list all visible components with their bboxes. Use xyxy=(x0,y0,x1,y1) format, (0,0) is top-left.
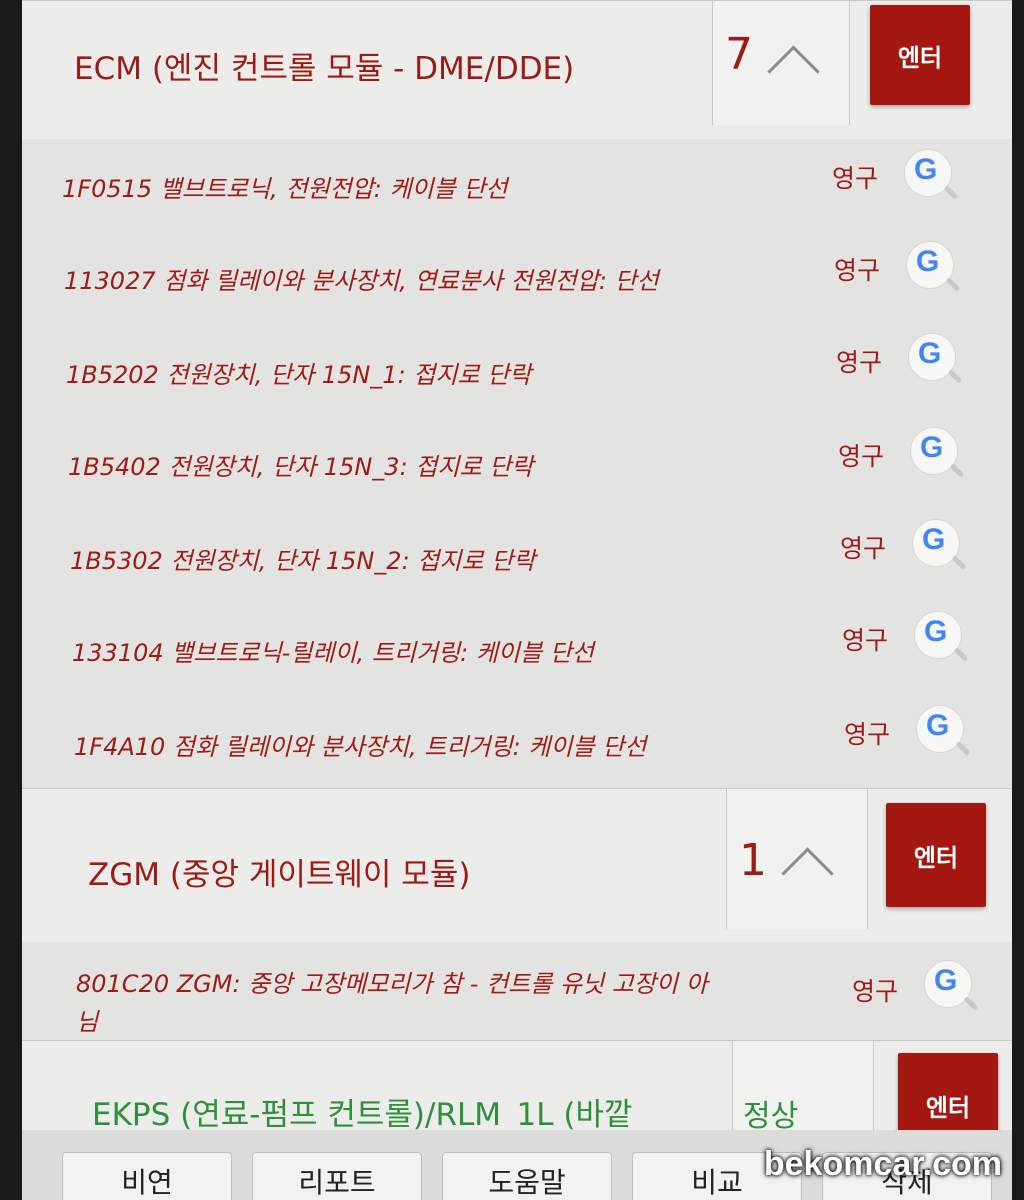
fault-list-ecm: 1F0515 밸브트로닉, 전원전압: 케이블 단선 영구 G 113027 점… xyxy=(22,139,1012,789)
fault-row[interactable]: 1F0515 밸브트로닉, 전원전압: 케이블 단선 영구 G xyxy=(22,139,1012,231)
fault-text: 1B5202 전원장치, 단자 15N_1: 접지로 단락 xyxy=(66,361,532,389)
fault-status: 영구 xyxy=(852,977,899,1006)
fault-status: 영구 xyxy=(838,442,885,471)
tab-button-help[interactable]: 도움말 xyxy=(442,1152,612,1200)
fault-status: 영구 xyxy=(836,348,883,377)
fault-count: 7 xyxy=(725,29,753,80)
tab-button-report[interactable]: 리포트 xyxy=(252,1152,422,1200)
fault-status: 영구 xyxy=(840,534,887,563)
fault-row[interactable]: 1B5302 전원장치, 단자 15N_2: 접지로 단락 영구 G xyxy=(22,507,1012,599)
module-title: ZGM (중앙 게이트웨이 모듈) xyxy=(88,857,471,893)
fault-row[interactable]: 801C20 ZGM: 중앙 고장메모리가 참 - 컨트롤 유닛 고장이 아 님… xyxy=(22,942,1012,1042)
fault-row[interactable]: 1B5402 전원장치, 단자 15N_3: 접지로 단락 영구 G xyxy=(22,415,1012,507)
fault-text: 1B5402 전원장치, 단자 15N_3: 접지로 단락 xyxy=(68,453,534,481)
google-search-icon[interactable]: G xyxy=(904,149,959,200)
fault-text: 133104 밸브트로닉-릴레이, 트리거링: 케이블 단선 xyxy=(72,639,594,667)
fault-row[interactable]: 133104 밸브트로닉-릴레이, 트리거링: 케이블 단선 영구 G xyxy=(22,599,1012,691)
google-search-icon[interactable]: G xyxy=(912,519,967,570)
module-header-ecm[interactable]: ECM (엔진 컨트롤 모듈 - DME/DDE) 7 엔터 xyxy=(22,0,1012,140)
fault-text: 113027 점화 릴레이와 분사장치, 연료분사 전원전압: 단선 xyxy=(64,267,659,295)
enter-button[interactable]: 엔터 xyxy=(886,803,986,907)
google-search-icon[interactable]: G xyxy=(908,333,963,384)
module-title: EKPS (연료-펌프 컨트롤)/RLM_1L (바깥 xyxy=(92,1097,633,1133)
google-search-icon[interactable]: G xyxy=(916,705,971,756)
fault-list-screen: ECM (엔진 컨트롤 모듈 - DME/DDE) 7 엔터 1F0515 밸브… xyxy=(22,0,1012,1200)
module-title: ECM (엔진 컨트롤 모듈 - DME/DDE) xyxy=(74,51,575,87)
module-status: 정상 xyxy=(743,1099,799,1134)
fault-status: 영구 xyxy=(844,720,891,749)
fault-text: 1F0515 밸브트로닉, 전원전압: 케이블 단선 xyxy=(62,175,508,203)
fault-text: 1B5302 전원장치, 단자 15N_2: 접지로 단락 xyxy=(70,547,536,575)
fault-status: 영구 xyxy=(834,256,881,285)
fault-row[interactable]: 1B5202 전원장치, 단자 15N_1: 접지로 단락 영구 G xyxy=(22,323,1012,415)
fault-row[interactable]: 1F4A10 점화 릴레이와 분사장치, 트리거링: 케이블 단선 영구 G xyxy=(22,691,1012,783)
chevron-up-icon xyxy=(767,45,820,98)
fault-text-line2: 님 xyxy=(76,1008,99,1036)
watermark: bekomcar.com xyxy=(763,1145,1002,1183)
google-search-icon[interactable]: G xyxy=(910,427,965,478)
module-header-zgm[interactable]: ZGM (중앙 게이트웨이 모듈) 1 엔터 xyxy=(22,788,1012,944)
fault-status: 영구 xyxy=(832,164,879,193)
fault-row[interactable]: 113027 점화 릴레이와 분사장치, 연료분사 전원전압: 단선 영구 G xyxy=(22,231,1012,323)
fault-text: 1F4A10 점화 릴레이와 분사장치, 트리거링: 케이블 단선 xyxy=(74,733,647,761)
google-search-icon[interactable]: G xyxy=(914,611,969,662)
fault-text-line1: 801C20 ZGM: 중앙 고장메모리가 참 - 컨트롤 유닛 고장이 아 xyxy=(76,970,708,998)
fault-status: 영구 xyxy=(842,626,889,655)
fault-count-toggle[interactable]: 1 xyxy=(726,789,868,929)
fault-count: 1 xyxy=(739,835,767,886)
fault-list-zgm: 801C20 ZGM: 중앙 고장메모리가 참 - 컨트롤 유닛 고장이 아 님… xyxy=(22,942,1012,1042)
google-search-icon[interactable]: G xyxy=(906,241,961,292)
fault-count-toggle[interactable]: 7 xyxy=(712,1,850,125)
google-search-icon[interactable]: G xyxy=(924,960,979,1011)
enter-button[interactable]: 엔터 xyxy=(870,5,970,105)
chevron-up-icon xyxy=(781,847,834,900)
tab-button-1[interactable]: 비연 xyxy=(62,1152,232,1200)
